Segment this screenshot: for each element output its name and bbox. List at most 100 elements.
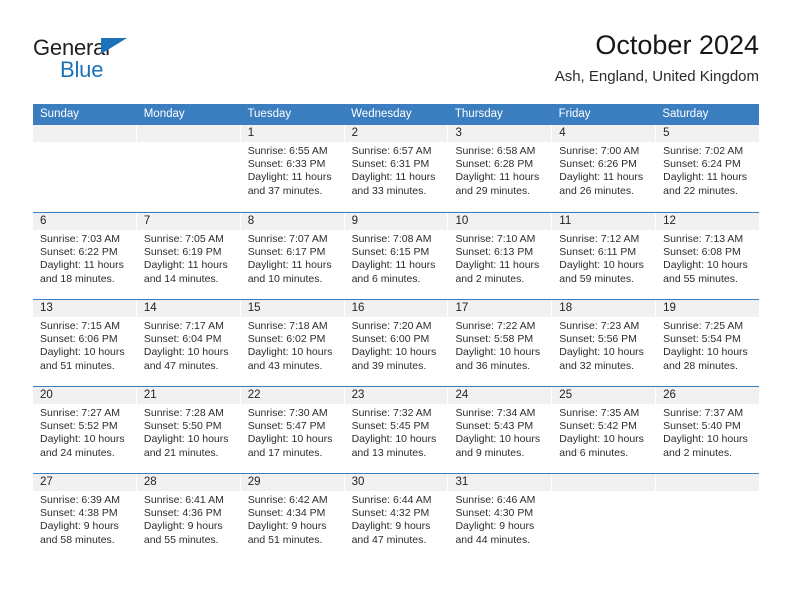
calendar-day-cell[interactable]: 1 Sunrise: 6:55 AM Sunset: 6:33 PM Daylight…	[240, 125, 345, 212]
general-blue-logo[interactable]: General Blue	[33, 36, 233, 92]
calendar-day-cell[interactable]: 19 Sunrise: 7:25 AM Sunset: 5:54 PM Dayligh…	[656, 300, 760, 386]
day-number: 26	[656, 387, 760, 404]
day-number: 11	[552, 213, 656, 230]
calendar-day-cell[interactable]: 16 Sunrise: 7:20 AM Sunset: 6:00 PM Dayligh…	[344, 300, 449, 386]
calendar-day-cell[interactable]: 13 Sunrise: 7:15 AM Sunset: 6:06 PM Dayligh…	[33, 300, 137, 386]
day-number: 4	[552, 125, 656, 142]
sunset-text: Sunset: 5:50 PM	[143, 420, 222, 433]
calendar-week-row: 20 Sunrise: 7:27 AM Sunset: 5:52 PM Dayligh…	[33, 386, 760, 473]
day-sun-info: Sunrise: 7:00 AM Sunset: 6:26 PM Daylight:…	[552, 142, 655, 198]
calendar-day-cell[interactable]: 10 Sunrise: 7:10 AM Sunset: 6:13 PM Dayligh…	[448, 213, 553, 299]
sunrise-text: Sunrise: 7:10 AM	[455, 233, 536, 245]
daylight-text: Daylight: 10 hours and 43 minutes.	[247, 346, 333, 372]
day-number: 31	[448, 474, 552, 491]
day-number: 7	[136, 213, 240, 230]
sunset-text: Sunset: 6:15 PM	[351, 246, 430, 259]
daylight-text: Daylight: 11 hours and 26 minutes.	[559, 171, 644, 197]
sunset-text: Sunset: 6:00 PM	[351, 333, 430, 346]
sunrise-text: Sunrise: 7:15 AM	[40, 320, 120, 332]
daylight-text: Daylight: 10 hours and 17 minutes.	[247, 433, 333, 459]
calendar-day-cell[interactable]: 30 Sunrise: 6:44 AM Sunset: 4:32 PM Dayligh…	[344, 474, 449, 560]
sunset-text: Sunset: 6:04 PM	[143, 333, 222, 346]
sunrise-text: Sunrise: 7:32 AM	[351, 407, 432, 419]
daylight-text: Daylight: 11 hours and 33 minutes.	[351, 171, 436, 197]
calendar-day-cell[interactable]: 21 Sunrise: 7:28 AM Sunset: 5:50 PM Dayligh…	[136, 387, 241, 473]
calendar-day-cell[interactable]: 15 Sunrise: 7:18 AM Sunset: 6:02 PM Dayligh…	[240, 300, 345, 386]
sunrise-text: Sunrise: 6:42 AM	[247, 494, 328, 506]
calendar-day-cell[interactable]: 20 Sunrise: 7:27 AM Sunset: 5:52 PM Dayligh…	[33, 387, 137, 473]
day-sun-info: Sunrise: 7:28 AM Sunset: 5:50 PM Daylight:…	[137, 404, 240, 460]
calendar-day-cell[interactable]: 24 Sunrise: 7:34 AM Sunset: 5:43 PM Dayligh…	[448, 387, 553, 473]
calendar-day-cell[interactable]: 18 Sunrise: 7:23 AM Sunset: 5:56 PM Dayligh…	[552, 300, 657, 386]
calendar-day-cell[interactable]: 7 Sunrise: 7:05 AM Sunset: 6:19 PM Daylight…	[136, 213, 241, 299]
calendar-day-cell[interactable]: 6 Sunrise: 7:03 AM Sunset: 6:22 PM Daylight…	[33, 213, 137, 299]
sunset-text: Sunset: 5:52 PM	[40, 420, 118, 433]
day-number: 27	[33, 474, 136, 491]
day-number: 15	[240, 300, 344, 317]
sunset-text: Sunset: 6:33 PM	[247, 158, 326, 171]
calendar-day-cell[interactable]: 11 Sunrise: 7:12 AM Sunset: 6:11 PM Dayligh…	[552, 213, 657, 299]
day-number: 24	[448, 387, 552, 404]
calendar-day-cell[interactable]: 2 Sunrise: 6:57 AM Sunset: 6:31 PM Daylight…	[344, 125, 449, 212]
sunrise-text: Sunrise: 7:17 AM	[143, 320, 224, 332]
calendar-day-cell[interactable]: 26 Sunrise: 7:37 AM Sunset: 5:40 PM Dayligh…	[656, 387, 760, 473]
day-number	[136, 125, 240, 142]
day-sun-info: Sunrise: 7:07 AM Sunset: 6:17 PM Daylight:…	[241, 230, 344, 286]
calendar-day-cell[interactable]: 22 Sunrise: 7:30 AM Sunset: 5:47 PM Dayligh…	[240, 387, 345, 473]
calendar-day-cell[interactable]: 29 Sunrise: 6:42 AM Sunset: 4:34 PM Dayligh…	[240, 474, 345, 560]
day-sun-info: Sunrise: 6:57 AM Sunset: 6:31 PM Daylight:…	[345, 142, 448, 198]
sunset-text: Sunset: 5:56 PM	[559, 333, 637, 346]
weekday-header-monday: Monday	[143, 108, 185, 120]
calendar-day-cell[interactable]: 27 Sunrise: 6:39 AM Sunset: 4:38 PM Dayligh…	[33, 474, 137, 560]
sunset-text: Sunset: 6:22 PM	[40, 246, 118, 259]
daylight-text: Daylight: 11 hours and 37 minutes.	[247, 171, 332, 197]
day-sun-info: Sunrise: 7:22 AM Sunset: 5:58 PM Daylight:…	[448, 317, 551, 373]
calendar-weeks: 1 Sunrise: 6:55 AM Sunset: 6:33 PM Daylight…	[33, 125, 760, 560]
calendar-day-cell[interactable]: 3 Sunrise: 6:58 AM Sunset: 6:28 PM Daylight…	[448, 125, 553, 212]
calendar-day-cell[interactable]: 9 Sunrise: 7:08 AM Sunset: 6:15 PM Daylight…	[344, 213, 449, 299]
sunrise-text: Sunrise: 7:27 AM	[40, 407, 120, 419]
daylight-text: Daylight: 11 hours and 29 minutes.	[455, 171, 540, 197]
calendar-day-cell[interactable]: 17 Sunrise: 7:22 AM Sunset: 5:58 PM Dayligh…	[448, 300, 553, 386]
daylight-text: Daylight: 10 hours and 21 minutes.	[143, 433, 229, 459]
calendar-day-cell[interactable]: 14 Sunrise: 7:17 AM Sunset: 6:04 PM Dayligh…	[136, 300, 241, 386]
day-sun-info: Sunrise: 7:08 AM Sunset: 6:15 PM Daylight:…	[345, 230, 448, 286]
sunrise-text: Sunrise: 7:28 AM	[143, 407, 224, 419]
weekday-header-wednesday: Wednesday	[351, 108, 412, 120]
day-number: 20	[33, 387, 136, 404]
calendar-day-cell[interactable]: 5 Sunrise: 7:02 AM Sunset: 6:24 PM Daylight…	[656, 125, 760, 212]
day-number: 28	[136, 474, 240, 491]
daylight-text: Daylight: 11 hours and 2 minutes.	[455, 259, 540, 285]
day-sun-info: Sunrise: 7:37 AM Sunset: 5:40 PM Daylight:…	[656, 404, 759, 460]
calendar-day-cell[interactable]: 12 Sunrise: 7:13 AM Sunset: 6:08 PM Dayligh…	[656, 213, 760, 299]
sunset-text: Sunset: 5:43 PM	[455, 420, 534, 433]
calendar-week-row: 27 Sunrise: 6:39 AM Sunset: 4:38 PM Dayligh…	[33, 473, 760, 560]
sunset-text: Sunset: 6:08 PM	[663, 246, 741, 259]
sunrise-text: Sunrise: 7:00 AM	[559, 145, 640, 157]
day-sun-info: Sunrise: 7:13 AM Sunset: 6:08 PM Daylight:…	[656, 230, 759, 286]
calendar-day-cell[interactable]: 31 Sunrise: 6:46 AM Sunset: 4:30 PM Dayligh…	[448, 474, 553, 560]
daylight-text: Daylight: 11 hours and 18 minutes.	[40, 259, 124, 285]
calendar-week-row: 6 Sunrise: 7:03 AM Sunset: 6:22 PM Daylight…	[33, 212, 760, 299]
title-block: October 2024 Ash, England, United Kingdo…	[555, 28, 759, 88]
sunrise-text: Sunrise: 7:13 AM	[663, 233, 744, 245]
daylight-text: Daylight: 10 hours and 9 minutes.	[455, 433, 541, 459]
daylight-text: Daylight: 11 hours and 10 minutes.	[247, 259, 332, 285]
sunrise-text: Sunrise: 7:20 AM	[351, 320, 432, 332]
sunset-text: Sunset: 6:24 PM	[663, 158, 741, 171]
day-number	[33, 125, 136, 142]
calendar-day-cell[interactable]: 4 Sunrise: 7:00 AM Sunset: 6:26 PM Daylight…	[552, 125, 657, 212]
daylight-text: Daylight: 10 hours and 2 minutes.	[663, 433, 748, 459]
calendar-day-cell[interactable]: 8 Sunrise: 7:07 AM Sunset: 6:17 PM Daylight…	[240, 213, 345, 299]
day-sun-info: Sunrise: 7:32 AM Sunset: 5:45 PM Daylight:…	[345, 404, 448, 460]
day-sun-info: Sunrise: 7:17 AM Sunset: 6:04 PM Daylight:…	[137, 317, 240, 373]
day-sun-info: Sunrise: 7:20 AM Sunset: 6:00 PM Daylight:…	[345, 317, 448, 373]
calendar-day-cell[interactable]: 25 Sunrise: 7:35 AM Sunset: 5:42 PM Dayligh…	[552, 387, 657, 473]
daylight-text: Daylight: 11 hours and 6 minutes.	[351, 259, 436, 285]
sunset-text: Sunset: 4:32 PM	[351, 507, 430, 520]
sunset-text: Sunset: 5:47 PM	[247, 420, 326, 433]
calendar-day-cell[interactable]: 23 Sunrise: 7:32 AM Sunset: 5:45 PM Dayligh…	[344, 387, 449, 473]
daylight-text: Daylight: 10 hours and 51 minutes.	[40, 346, 125, 372]
calendar-day-cell[interactable]: 28 Sunrise: 6:41 AM Sunset: 4:36 PM Dayligh…	[136, 474, 241, 560]
sunrise-text: Sunrise: 6:46 AM	[455, 494, 536, 506]
